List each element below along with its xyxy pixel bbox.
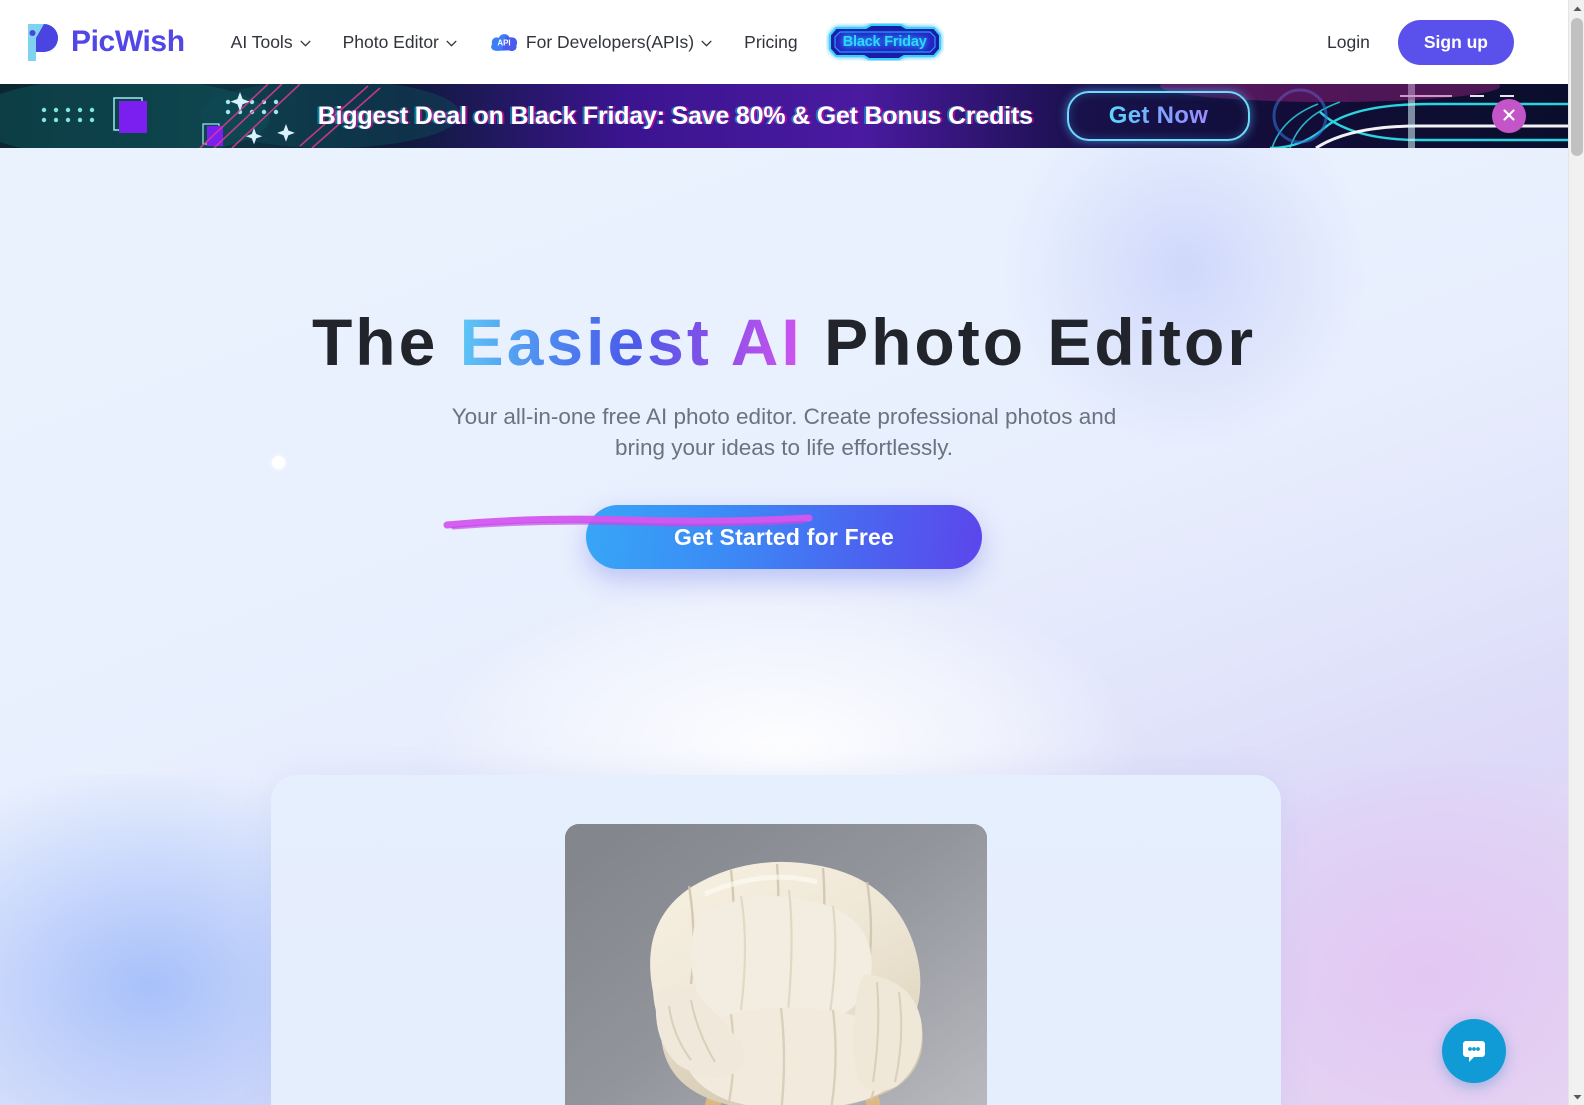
svg-text:API: API xyxy=(497,39,510,48)
scroll-down-arrow-icon[interactable] xyxy=(1569,1088,1584,1105)
armchair-photo xyxy=(565,824,987,1105)
hero-section: The Easiest AI Photo Editor Your all-in-… xyxy=(0,148,1568,1105)
promo-banner-content: Biggest Deal on Black Friday: Save 80% &… xyxy=(0,84,1568,148)
nav-label: AI Tools xyxy=(230,31,293,52)
nav-item-photo-editor[interactable]: Photo Editor xyxy=(327,24,473,61)
promo-get-now-label: Get Now xyxy=(1108,102,1209,129)
hero-subtitle-line-1: Your all-in-one free AI photo editor. Cr… xyxy=(451,403,1117,429)
signup-button[interactable]: Sign up xyxy=(1397,19,1514,65)
header-actions: Login Sign up xyxy=(1319,19,1514,65)
black-friday-badge-label: Black Friday xyxy=(842,34,927,50)
headline-part-after: Photo Editor xyxy=(802,305,1257,379)
nav-item-ai-tools[interactable]: AI Tools xyxy=(215,24,327,61)
picwish-logo[interactable]: PicWish xyxy=(22,21,185,63)
nav-item-for-developers[interactable]: API For Developers(APIs) xyxy=(473,23,728,61)
scrollbar-thumb[interactable] xyxy=(1571,18,1583,156)
decorative-dot xyxy=(272,456,285,469)
hero-subtitle-line-2: bring your ideas to life effortlessly. xyxy=(614,434,954,460)
page-content: PicWish AI Tools Photo Editor API For De… xyxy=(0,0,1568,1105)
vertical-scrollbar[interactable] xyxy=(1568,0,1584,1105)
logo-text: PicWish xyxy=(71,25,185,58)
hero-subtitle: Your all-in-one free AI photo editor. Cr… xyxy=(434,402,1134,463)
nav-label: Photo Editor xyxy=(342,31,439,52)
promo-get-now-button[interactable]: Get Now xyxy=(1066,91,1251,141)
browser-viewport: PicWish AI Tools Photo Editor API For De… xyxy=(0,0,1584,1105)
chevron-down-icon xyxy=(446,37,457,47)
promo-message: Biggest Deal on Black Friday: Save 80% &… xyxy=(317,101,1033,130)
black-friday-badge[interactable]: Black Friday xyxy=(826,23,944,61)
scroll-up-arrow-icon[interactable] xyxy=(1569,0,1584,17)
nav-label: For Developers(APIs) xyxy=(525,31,695,52)
headline-gradient-text: Easiest AI xyxy=(459,305,803,379)
chat-bubble-icon xyxy=(1459,1035,1489,1068)
close-icon xyxy=(1501,107,1517,126)
showcase-image[interactable] xyxy=(565,824,987,1105)
get-started-button[interactable]: Get Started for Free xyxy=(586,505,982,570)
site-header: PicWish AI Tools Photo Editor API For De… xyxy=(0,0,1568,84)
api-cloud-icon: API xyxy=(489,31,519,53)
headline-part-before: The xyxy=(311,305,460,379)
promo-close-button[interactable] xyxy=(1492,99,1526,133)
hero-cta-container: Get Started for Free xyxy=(0,505,1568,570)
chevron-down-icon xyxy=(701,37,712,47)
login-link[interactable]: Login xyxy=(1319,26,1378,59)
showcase-card xyxy=(271,775,1281,1105)
nav-item-pricing[interactable]: Pricing xyxy=(728,24,814,61)
promo-banner: Biggest Deal on Black Friday: Save 80% &… xyxy=(0,84,1568,148)
chat-widget-button[interactable] xyxy=(1442,1019,1506,1083)
picwish-logo-icon xyxy=(22,21,62,63)
main-nav: AI Tools Photo Editor API For Developers… xyxy=(215,23,1319,61)
nav-label: Pricing xyxy=(744,31,798,52)
chevron-down-icon xyxy=(300,37,311,47)
page-title: The Easiest AI Photo Editor xyxy=(0,305,1568,380)
